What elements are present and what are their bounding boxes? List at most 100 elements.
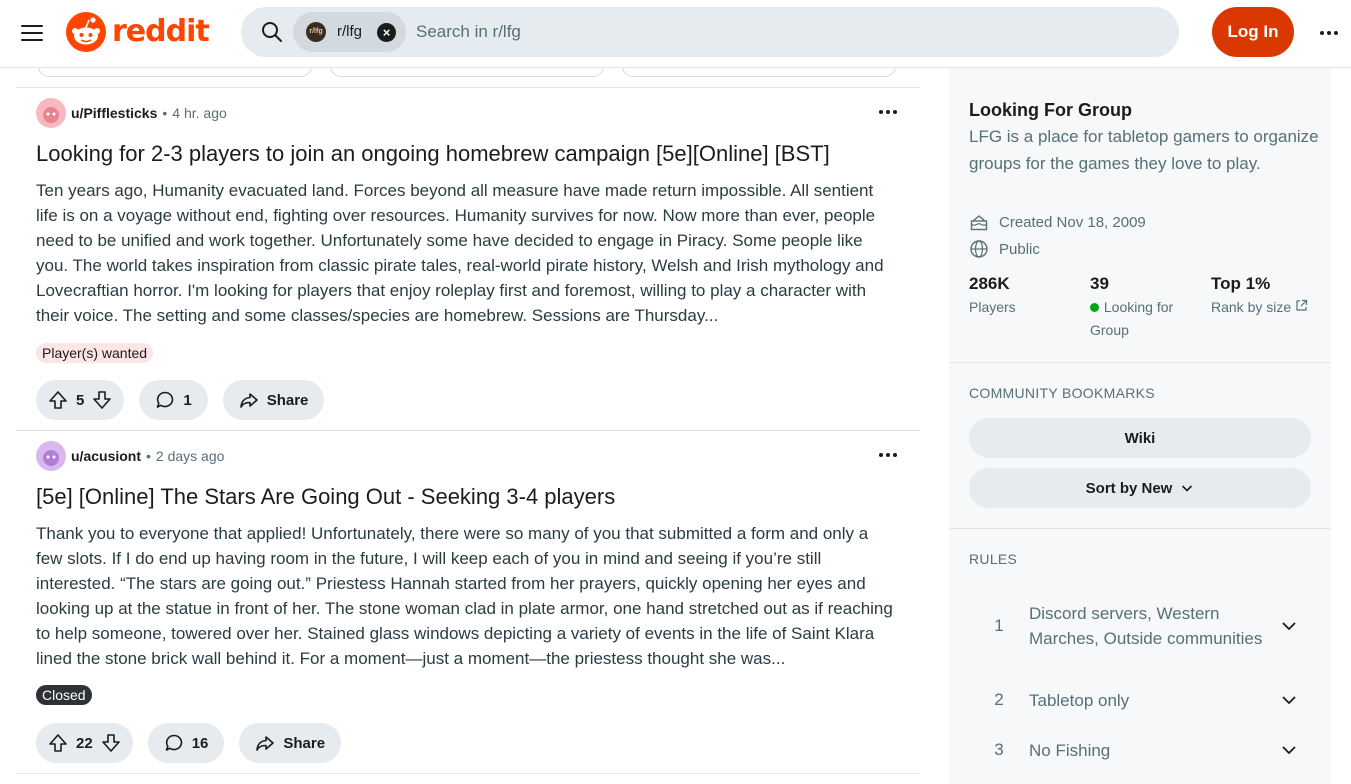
user-avatar[interactable] (36, 98, 66, 128)
rule-text: Discord servers, Western Marches, Outsid… (1029, 604, 1263, 648)
user-avatar[interactable] (36, 441, 66, 471)
top-header: reddit r/lfg r/lfg × Log In (0, 0, 1351, 68)
post-meta: u/acusiont • 2 days ago (36, 441, 224, 471)
community-title: Looking For Group (969, 100, 1132, 120)
stat-label: Looking for Group (1090, 299, 1174, 338)
logo-wordmark: reddit (112, 14, 210, 49)
rule-number: 2 (994, 690, 1004, 709)
menu-icon[interactable] (14, 16, 50, 50)
visibility-label: Public (999, 240, 1040, 258)
comment-icon (165, 734, 182, 751)
chevron-down-icon[interactable] (1279, 616, 1299, 636)
rule-item[interactable]: 1 Discord servers, Western Marches, Outs… (969, 587, 1311, 665)
comment-icon (157, 391, 174, 408)
post-actions: 5 1 Share (36, 380, 325, 420)
post-body[interactable]: Ten years ago, Humanity evacuated land. … (36, 178, 896, 328)
snoo-icon (66, 12, 106, 52)
rule-item[interactable]: 3 No Fishing (969, 735, 1311, 765)
rule-number: 3 (994, 740, 1004, 759)
chevron-down-icon[interactable] (1279, 690, 1299, 710)
comments-button[interactable]: 16 (147, 723, 225, 763)
stat-rank[interactable]: Top 1% Rank by size (1211, 274, 1308, 319)
meta-separator: • (146, 448, 151, 464)
vote-count: 5 (76, 391, 85, 409)
online-dot (1090, 303, 1099, 312)
stat-label-wrap: Rank by size (1211, 296, 1308, 319)
rule-number: 1 (994, 616, 1004, 635)
external-link-icon (1296, 299, 1308, 311)
post-author[interactable]: u/acusiont (71, 448, 141, 464)
subreddit-avatar: r/lfg (306, 22, 326, 42)
comments-button[interactable]: 1 (139, 380, 208, 420)
downvote-icon[interactable] (101, 733, 121, 753)
login-button[interactable]: Log In (1212, 7, 1294, 57)
created-row: Created Nov 18, 2009 (969, 212, 1146, 232)
rule-text: Tabletop only (1029, 690, 1130, 710)
stat-label: Players (969, 299, 1016, 315)
stat-value: 39 (1090, 274, 1109, 293)
stat-value: Top 1% (1211, 274, 1271, 293)
divider (949, 528, 1331, 529)
downvote-icon[interactable] (92, 390, 112, 410)
share-icon (239, 393, 258, 408)
meta-separator: • (162, 105, 168, 121)
community-sidebar: Looking For Group LFG is a place for tab… (949, 68, 1331, 784)
post-feed: u/Pifflesticks • 4 hr. ago Looking for 2… (16, 68, 920, 784)
post-author[interactable]: u/Pifflesticks (71, 105, 157, 121)
subreddit-chip-label: r/lfg (337, 23, 363, 40)
share-button[interactable]: Share (222, 380, 325, 420)
post-card[interactable]: u/Pifflesticks • 4 hr. ago Looking for 2… (16, 87, 920, 430)
more-options-icon[interactable] (1312, 16, 1346, 50)
chevron-down-icon[interactable] (1279, 740, 1299, 760)
post-flair[interactable]: Closed (36, 685, 92, 705)
community-description: LFG is a place for tabletop gamers to or… (969, 127, 1319, 173)
stat-label: Rank by size (1211, 299, 1292, 315)
vote-group: 22 (36, 723, 133, 763)
vote-count: 22 (76, 734, 93, 752)
chevron-down-icon (1182, 485, 1193, 492)
post-time: 4 hr. ago (172, 105, 227, 121)
post-title[interactable]: [5e] [Online] The Stars Are Going Out - … (36, 483, 896, 511)
share-icon (256, 736, 275, 751)
vote-group: 5 (36, 380, 125, 420)
post-title[interactable]: Looking for 2-3 players to join an ongoi… (36, 140, 896, 168)
sort-by-new-button[interactable]: Sort by New (969, 468, 1311, 508)
post-card[interactable]: u/acusiont • 2 days ago [5e] [Online] Th… (16, 430, 920, 774)
post-meta: u/Pifflesticks • 4 hr. ago (36, 98, 227, 128)
subreddit-scope-chip[interactable]: r/lfg r/lfg × (293, 12, 406, 52)
sort-label: Sort by New (1085, 479, 1173, 497)
post-options-icon[interactable] (876, 104, 900, 120)
cake-icon (970, 215, 988, 231)
rule-item[interactable]: 2 Tabletop only (969, 685, 1311, 715)
stat-label-wrap: Looking for Group (1090, 296, 1190, 342)
wiki-label: Wiki (1124, 429, 1156, 447)
visibility-row: Public (969, 239, 1040, 259)
rule-text: No Fishing (1029, 740, 1111, 760)
wiki-button[interactable]: Wiki (969, 418, 1311, 458)
stat-players: 286K Players (969, 274, 1016, 319)
share-button[interactable]: Share (239, 723, 342, 763)
reddit-logo[interactable]: reddit (66, 12, 210, 52)
comment-count: 1 (183, 391, 192, 409)
post-time: 2 days ago (155, 448, 225, 464)
stat-value: 286K (969, 274, 1010, 293)
upvote-icon[interactable] (48, 390, 68, 410)
share-label: Share (283, 734, 326, 752)
post-options-icon[interactable] (876, 447, 900, 463)
post-body[interactable]: Thank you to everyone that applied! Unfo… (36, 521, 896, 671)
post-actions: 22 16 Share (36, 723, 342, 763)
search-bar[interactable]: r/lfg r/lfg × (241, 7, 1179, 57)
rules-heading: RULES (969, 551, 1018, 567)
globe-icon (970, 240, 988, 258)
clear-scope-icon[interactable]: × (377, 23, 396, 42)
bookmarks-heading: COMMUNITY BOOKMARKS (969, 385, 1155, 401)
created-date: Created Nov 18, 2009 (999, 213, 1146, 231)
search-icon (262, 22, 282, 42)
stat-online: 39 Looking for Group (1090, 274, 1190, 342)
upvote-icon[interactable] (48, 733, 68, 753)
comment-count: 16 (191, 734, 209, 752)
share-label: Share (266, 391, 309, 409)
post-flair[interactable]: Player(s) wanted (36, 343, 154, 363)
search-input[interactable] (416, 20, 1116, 44)
divider (949, 362, 1331, 363)
